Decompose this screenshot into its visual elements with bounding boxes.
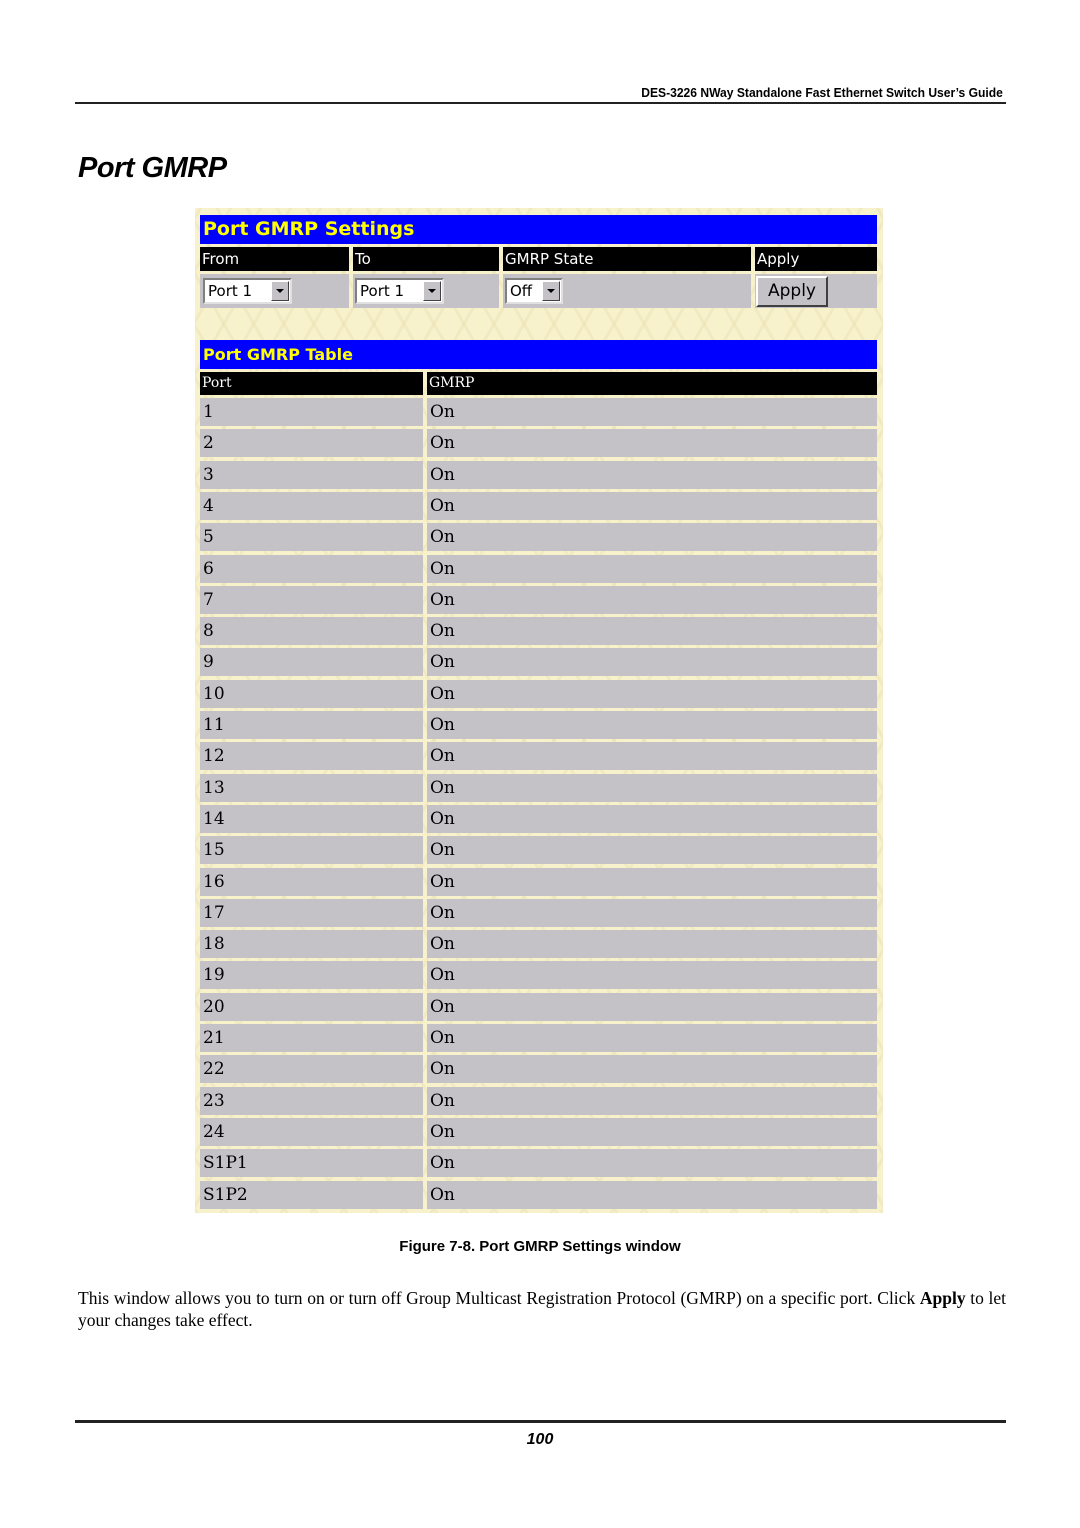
table-cell-port: 21 [200, 1024, 423, 1052]
table-cell-gmrp: On [427, 492, 877, 520]
body-text-bold-apply: Apply [919, 1288, 966, 1308]
table-cell-gmrp: On [427, 1181, 877, 1209]
settings-title-bar: Port GMRP Settings [200, 215, 877, 244]
table-cell-gmrp: On [427, 711, 877, 739]
table-cell-port: 6 [200, 555, 423, 583]
table-cell-gmrp: On [427, 429, 877, 457]
table-cell-port: 15 [200, 836, 423, 864]
table-cell-gmrp: On [427, 774, 877, 802]
table-cell-gmrp: On [427, 1024, 877, 1052]
chevron-down-icon[interactable] [423, 281, 441, 301]
table-cell-port: 4 [200, 492, 423, 520]
table-cell-gmrp: On [427, 899, 877, 927]
table-cell-port: 2 [200, 429, 423, 457]
column-header-from: From [200, 247, 349, 271]
body-paragraph: This window allows you to turn on or tur… [78, 1287, 1006, 1331]
table-cell-gmrp: On [427, 1055, 877, 1083]
table-cell-gmrp: On [427, 1149, 877, 1177]
table-cell-port: 13 [200, 774, 423, 802]
table-cell-gmrp: On [427, 742, 877, 770]
table-cell-port: S1P1 [200, 1149, 423, 1177]
port-gmrp-window: Port GMRP Settings From To GMRP State Ap… [195, 208, 883, 1213]
table-cell-port: 20 [200, 993, 423, 1021]
table-cell-port: 1 [200, 398, 423, 426]
table-cell-gmrp: On [427, 993, 877, 1021]
table-cell-port: 19 [200, 961, 423, 989]
table-cell-port: 23 [200, 1087, 423, 1115]
table-cell-port: 11 [200, 711, 423, 739]
table-cell-port: 3 [200, 461, 423, 489]
apply-cell: Apply [755, 274, 877, 308]
table-cell-gmrp: On [427, 868, 877, 896]
chevron-down-icon[interactable] [542, 281, 560, 301]
column-header-apply: Apply [755, 247, 877, 271]
table-cell-port: 7 [200, 586, 423, 614]
column-header-to: To [353, 247, 499, 271]
from-cell: Port 1 [200, 274, 349, 308]
table-cell-gmrp: On [427, 680, 877, 708]
apply-button[interactable]: Apply [756, 276, 828, 307]
column-header-gmrp: GMRP [427, 372, 877, 395]
table-cell-port: 10 [200, 680, 423, 708]
from-port-value: Port 1 [208, 282, 253, 300]
from-port-select[interactable]: Port 1 [203, 278, 292, 304]
table-cell-gmrp: On [427, 555, 877, 583]
table-cell-port: 17 [200, 899, 423, 927]
table-cell-gmrp: On [427, 930, 877, 958]
table-cell-gmrp: On [427, 617, 877, 645]
table-cell-gmrp: On [427, 586, 877, 614]
table-cell-port: S1P2 [200, 1181, 423, 1209]
table-cell-gmrp: On [427, 805, 877, 833]
column-header-port: Port [200, 372, 423, 395]
gmrp-state-select[interactable]: Off [505, 278, 563, 304]
table-cell-port: 9 [200, 648, 423, 676]
table-cell-gmrp: On [427, 461, 877, 489]
running-head: DES-3226 NWay Standalone Fast Ethernet S… [641, 85, 1003, 100]
table-cell-port: 24 [200, 1118, 423, 1146]
table-cell-port: 5 [200, 523, 423, 551]
table-cell-gmrp: On [427, 648, 877, 676]
to-cell: Port 1 [353, 274, 499, 308]
table-cell-port: 14 [200, 805, 423, 833]
gmrp-state-value: Off [510, 282, 533, 300]
gmrp-table-title-bar: Port GMRP Table [200, 340, 877, 369]
header-rule [75, 102, 1006, 104]
gmrp-state-cell: Off [503, 274, 751, 308]
page-number: 100 [526, 1431, 554, 1448]
table-cell-gmrp: On [427, 1118, 877, 1146]
table-cell-port: 16 [200, 868, 423, 896]
body-text-part: This window allows you to turn on or tur… [78, 1288, 920, 1308]
table-cell-port: 22 [200, 1055, 423, 1083]
table-cell-port: 8 [200, 617, 423, 645]
table-cell-gmrp: On [427, 836, 877, 864]
table-cell-gmrp: On [427, 1087, 877, 1115]
figure-caption: Figure 7-8. Port GMRP Settings window [399, 1238, 681, 1255]
footer-rule [75, 1420, 1006, 1423]
section-title: Port GMRP [78, 152, 227, 184]
table-cell-gmrp: On [427, 398, 877, 426]
table-cell-port: 18 [200, 930, 423, 958]
table-cell-gmrp: On [427, 523, 877, 551]
table-cell-gmrp: On [427, 961, 877, 989]
to-port-select[interactable]: Port 1 [355, 278, 444, 304]
to-port-value: Port 1 [360, 282, 405, 300]
chevron-down-icon[interactable] [271, 281, 289, 301]
table-cell-port: 12 [200, 742, 423, 770]
column-header-gmrp-state: GMRP State [503, 247, 751, 271]
